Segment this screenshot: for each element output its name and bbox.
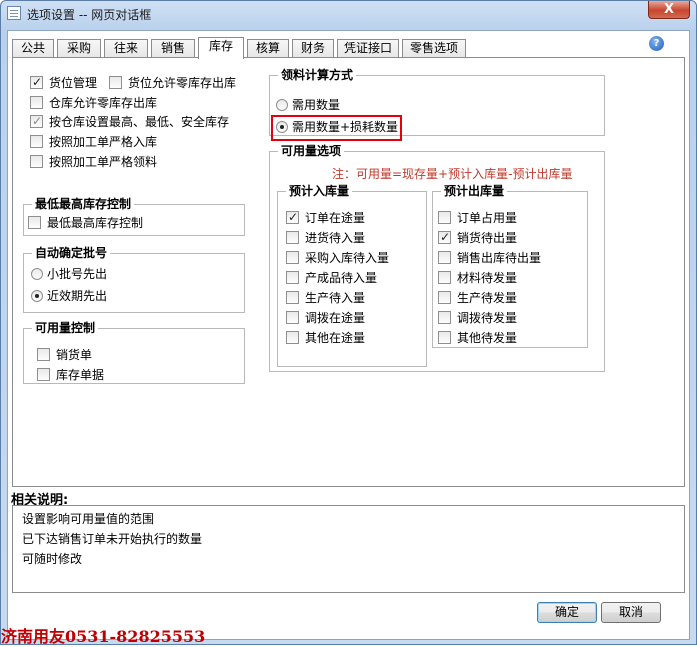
batch-group: 自动确定批号 小批号先出 近效期先出	[23, 245, 245, 313]
option-order-occupied[interactable]: 订单占用量	[438, 210, 517, 226]
option-sales-outbound-pending[interactable]: 销售出库待出量	[438, 250, 541, 266]
checkbox-icon[interactable]	[30, 113, 43, 129]
description-line: 已下达销售订单未开始执行的数量	[22, 532, 203, 546]
radio-icon[interactable]	[31, 268, 43, 280]
option-order-in-transit[interactable]: 订单在途量	[286, 209, 365, 226]
expected-in-group: 预计入库量 订单在途量 进货待入量 采购入库待入量 产成品待入量 生产待入量 调…	[277, 183, 427, 367]
avail-control-group: 可用量控制 销货单 库存单据	[23, 320, 245, 384]
expected-out-title: 预计出库量	[441, 183, 508, 199]
avail-control-title: 可用量控制	[32, 320, 99, 336]
option-transfer-in-transit[interactable]: 调拨在途量	[286, 310, 365, 326]
material-calc-title: 领料计算方式	[278, 67, 357, 83]
title-bar[interactable]: 选项设置 -- 网页对话框 X	[1, 1, 696, 25]
radio-near-expiry-first[interactable]: 近效期先出	[31, 288, 107, 304]
checkbox-icon[interactable]	[37, 368, 50, 381]
inventory-panel: 货位管理 货位允许零库存出库 仓库允许零库存出库 按仓库设置最高、最低、安全库存…	[12, 57, 685, 487]
checkbox-icon[interactable]	[28, 216, 41, 229]
tab-voucher-interface[interactable]: 凭证接口	[337, 39, 399, 58]
ok-button[interactable]: 确定	[537, 602, 597, 623]
checkbox-icon[interactable]	[438, 229, 451, 245]
checkbox-icon[interactable]	[438, 211, 451, 224]
option-sales-slip[interactable]: 销货单	[37, 347, 92, 363]
checkbox-icon[interactable]	[286, 209, 299, 225]
checkbox-icon[interactable]	[438, 271, 451, 284]
avail-formula-note: 注：可用量=现存量+预计入库量-预计出库量	[332, 167, 573, 181]
avail-options-group: 可用量选项 注：可用量=现存量+预计入库量-预计出库量 预计入库量 订单在途量 …	[269, 143, 605, 372]
checkbox-icon[interactable]	[30, 96, 43, 109]
option-finished-goods-pending[interactable]: 产成品待入量	[286, 270, 377, 286]
page-icon	[7, 6, 21, 20]
checkbox-icon[interactable]	[109, 76, 122, 89]
radio-small-batch-first[interactable]: 小批号先出	[31, 266, 107, 282]
help-icon[interactable]: ?	[649, 36, 664, 51]
radio-icon[interactable]	[31, 290, 43, 302]
radio-required-qty[interactable]: 需用数量	[276, 97, 340, 113]
tab-inventory[interactable]: 库存	[198, 37, 244, 59]
checkbox-icon[interactable]	[286, 231, 299, 244]
checkbox-icon[interactable]	[286, 331, 299, 344]
option-material-pending[interactable]: 材料待发量	[438, 270, 517, 286]
tab-accounts[interactable]: 往来	[104, 39, 148, 58]
window-title: 选项设置 -- 网页对话框	[27, 8, 152, 22]
batch-group-title: 自动确定批号	[32, 245, 111, 261]
close-button[interactable]: X	[648, 1, 690, 19]
description-box: 设置影响可用量值的范围 已下达销售订单未开始执行的数量 可随时修改	[12, 505, 685, 593]
option-other-pending-out[interactable]: 其他待发量	[438, 330, 517, 346]
option-warehouse-stock-levels[interactable]: 按仓库设置最高、最低、安全库存	[30, 113, 229, 130]
expected-in-title: 预计入库量	[286, 183, 353, 199]
checkbox-icon[interactable]	[30, 155, 43, 168]
checkbox-icon[interactable]	[286, 291, 299, 304]
option-transfer-pending-out[interactable]: 调拨待发量	[438, 310, 517, 326]
option-warehouse-zero-stock[interactable]: 仓库允许零库存出库	[30, 95, 157, 111]
description-line: 设置影响可用量值的范围	[22, 512, 155, 526]
min-max-group-title: 最低最高库存控制	[32, 196, 135, 212]
tab-purchase[interactable]: 采购	[57, 39, 101, 58]
option-location-mgmt[interactable]: 货位管理	[30, 74, 97, 91]
option-location-zero-stock[interactable]: 货位允许零库存出库	[109, 75, 236, 91]
highlight-box	[271, 115, 402, 141]
radio-icon[interactable]	[276, 99, 288, 111]
dialog-window: 选项设置 -- 网页对话框 X 公共 采购 往来 销售 库存 核算 财务 凭证接…	[0, 0, 697, 646]
option-min-max-control[interactable]: 最低最高库存控制	[28, 215, 143, 231]
checkbox-icon[interactable]	[286, 251, 299, 264]
option-strict-inbound[interactable]: 按照加工单严格入库	[30, 134, 157, 150]
option-other-in-transit[interactable]: 其他在途量	[286, 330, 365, 346]
cancel-button[interactable]: 取消	[601, 602, 661, 623]
tab-sales[interactable]: 销售	[151, 39, 195, 58]
option-purchase-pending-in[interactable]: 进货待入量	[286, 230, 365, 246]
option-strict-picking[interactable]: 按照加工单严格领料	[30, 154, 157, 170]
expected-out-group: 预计出库量 订单占用量 销货待出量 销售出库待出量 材料待发量 生产待发量 调拨…	[432, 183, 588, 348]
dialog-client: 公共 采购 往来 销售 库存 核算 财务 凭证接口 零售选项 ? 货位管理 货位…	[7, 30, 690, 640]
tab-public[interactable]: 公共	[12, 39, 54, 58]
checkbox-icon[interactable]	[37, 348, 50, 361]
checkbox-icon[interactable]	[286, 271, 299, 284]
tab-finance[interactable]: 财务	[292, 39, 334, 58]
option-production-pending-out[interactable]: 生产待发量	[438, 290, 517, 306]
option-po-inbound-pending[interactable]: 采购入库待入量	[286, 250, 389, 266]
checkbox-icon[interactable]	[30, 74, 43, 90]
option-sales-pending-out[interactable]: 销货待出量	[438, 229, 517, 246]
checkbox-icon[interactable]	[286, 311, 299, 324]
checkbox-icon[interactable]	[438, 331, 451, 344]
checkbox-icon[interactable]	[438, 291, 451, 304]
checkbox-icon[interactable]	[30, 135, 43, 148]
tab-costing[interactable]: 核算	[247, 39, 289, 58]
avail-options-title: 可用量选项	[278, 143, 345, 159]
watermark-text: 济南用友0531-82825553	[1, 627, 206, 646]
option-production-pending-in[interactable]: 生产待入量	[286, 290, 365, 306]
description-line: 可随时修改	[22, 552, 83, 566]
tab-retail-options[interactable]: 零售选项	[402, 39, 466, 58]
checkbox-icon[interactable]	[438, 251, 451, 264]
checkbox-icon[interactable]	[438, 311, 451, 324]
min-max-group: 最低最高库存控制 最低最高库存控制	[23, 196, 245, 236]
option-stock-docs[interactable]: 库存单据	[37, 367, 104, 383]
